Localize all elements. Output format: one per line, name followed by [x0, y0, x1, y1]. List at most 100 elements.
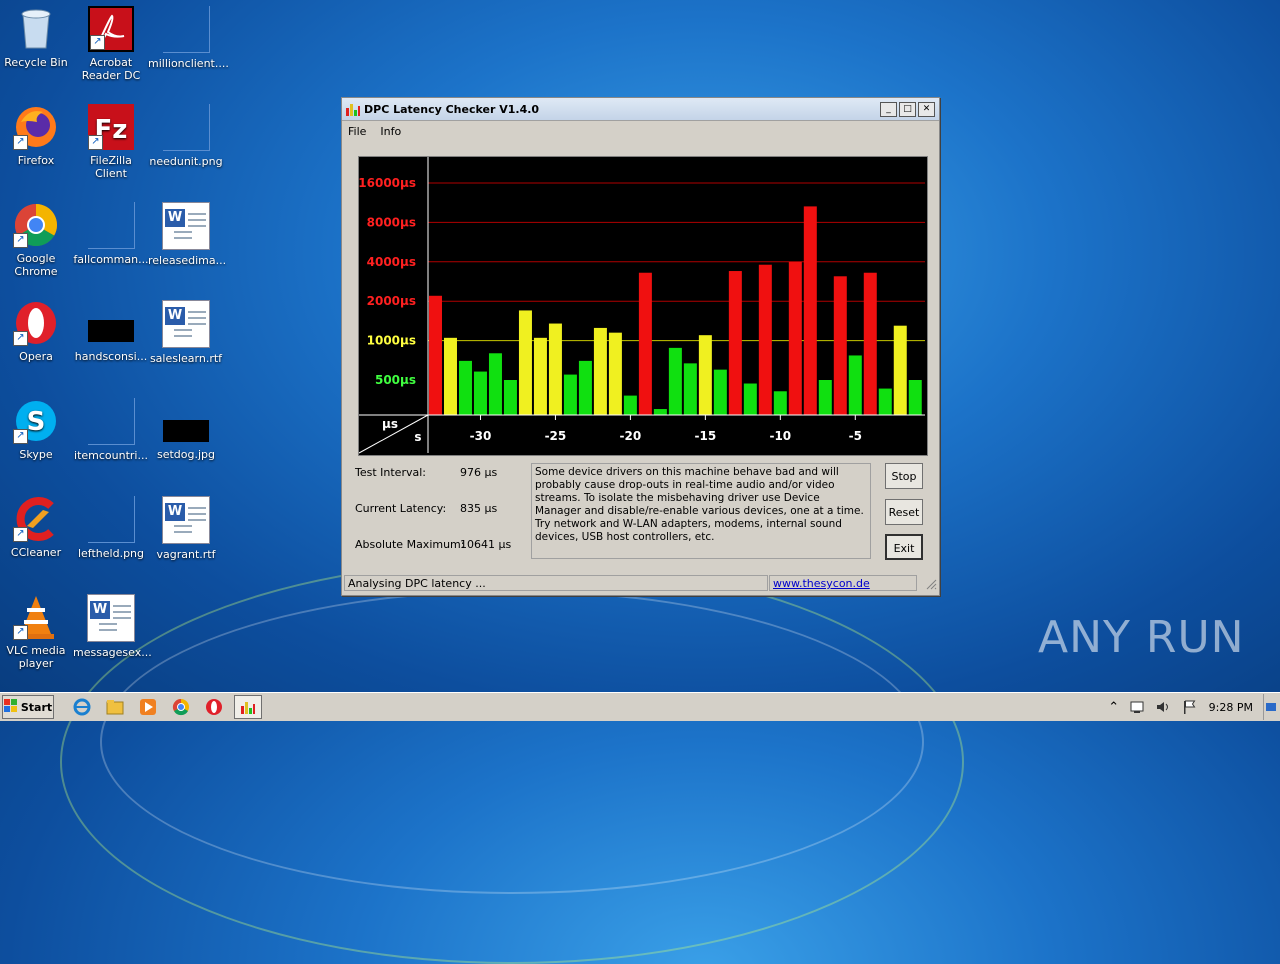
window-title: DPC Latency Checker V1.4.0	[364, 102, 540, 116]
latency-bar	[653, 409, 667, 415]
filezilla-shortcut[interactable]: Fz ↗ FileZilla Client	[73, 104, 149, 180]
icon-label: Recycle Bin	[4, 56, 68, 69]
wallpaper-swoosh	[100, 590, 924, 894]
latency-bar	[788, 261, 802, 415]
opera-taskbar-icon[interactable]	[204, 697, 224, 717]
ie-taskbar-icon[interactable]	[72, 697, 92, 717]
resize-grip-icon[interactable]	[925, 578, 937, 590]
latency-bar	[758, 264, 772, 415]
latency-bar	[638, 272, 652, 415]
icon-label: releasedima...	[148, 254, 227, 267]
latency-bar	[803, 206, 817, 415]
file-thumbnail-icon	[87, 398, 135, 445]
latency-bar	[503, 380, 517, 415]
latency-bar	[443, 337, 457, 415]
x-tick-label: -20	[620, 429, 642, 443]
word-document-icon: W	[162, 496, 210, 544]
icon-label: VLC media player	[6, 644, 66, 670]
shortcut-arrow-icon: ↗	[88, 135, 103, 150]
latency-bar	[548, 323, 562, 415]
icon-label: leftheld.png	[77, 547, 145, 560]
file-thumbnail-icon	[162, 6, 210, 53]
icon-label: Acrobat Reader DC	[81, 56, 141, 82]
action-center-icon[interactable]	[1127, 697, 1147, 717]
y-unit-label: µs	[382, 417, 398, 431]
explorer-taskbar-icon[interactable]	[105, 697, 125, 717]
leftheld-file[interactable]: leftheld.png	[73, 496, 149, 560]
icon-label: itemcountri...	[74, 449, 148, 462]
latency-bar	[429, 295, 442, 415]
latency-chart: 16000µs 8000µs 4000µs 2000µs 1000µs 500µs µs s -…	[358, 156, 928, 456]
clock[interactable]: 9:28 PM	[1209, 701, 1253, 714]
info-panel: Test Interval: 976 µs Current Latency: 8…	[342, 463, 939, 573]
millionclient-file[interactable]: millionclient....	[148, 6, 229, 70]
setdog-file[interactable]: setdog.jpg	[148, 398, 224, 461]
icon-label: fallcomman...	[73, 253, 149, 266]
acrobat-shortcut[interactable]: ↗ Acrobat Reader DC	[73, 6, 149, 82]
latency-bar	[893, 325, 907, 415]
minimize-button[interactable]: _	[880, 101, 897, 117]
latency-bar	[698, 335, 712, 415]
icon-label: setdog.jpg	[156, 448, 216, 461]
opera-shortcut[interactable]: ↗ Opera	[0, 300, 74, 363]
needunit-file[interactable]: needunit.png	[148, 104, 224, 168]
ccleaner-icon: ↗	[13, 496, 59, 542]
skype-shortcut[interactable]: S ↗ Skype	[0, 398, 74, 461]
x-tick-label: -30	[470, 429, 492, 443]
saleslearn-file[interactable]: W saleslearn.rtf	[148, 300, 224, 365]
dpc-checker-taskbar-button[interactable]	[234, 695, 262, 719]
y-tick-label: 4000µs	[367, 255, 416, 269]
firefox-shortcut[interactable]: ↗ Firefox	[0, 104, 74, 167]
icon-label: millionclient....	[148, 57, 229, 70]
word-document-icon: W	[87, 594, 135, 642]
word-document-icon: W	[162, 202, 210, 250]
filezilla-icon: Fz ↗	[88, 104, 134, 150]
shortcut-arrow-icon: ↗	[13, 135, 28, 150]
y-tick-label: 1000µs	[367, 334, 416, 348]
exit-button[interactable]: Exit	[885, 534, 923, 560]
close-button[interactable]: ✕	[918, 101, 935, 117]
latency-bar	[563, 374, 577, 415]
opera-icon: ↗	[13, 300, 59, 346]
stop-button[interactable]: Stop	[885, 463, 923, 489]
volume-icon[interactable]	[1153, 697, 1173, 717]
vagrant-file[interactable]: W vagrant.rtf	[148, 496, 224, 561]
file-thumbnail-icon	[87, 496, 135, 543]
file-thumbnail-icon	[163, 398, 209, 444]
show-desktop-button[interactable]	[1263, 694, 1278, 720]
x-tick-label: -5	[849, 429, 862, 443]
chrome-shortcut[interactable]: ↗ Google Chrome	[0, 202, 74, 278]
fallcomman-file[interactable]: fallcomman...	[73, 202, 149, 266]
title-bar[interactable]: DPC Latency Checker V1.4.0 _ □ ✕	[342, 98, 939, 121]
reset-button[interactable]: Reset	[885, 499, 923, 525]
chrome-icon: ↗	[13, 202, 59, 248]
y-tick-label: 8000µs	[367, 215, 416, 229]
x-tick-label: -25	[545, 429, 567, 443]
menu-info[interactable]: Info	[380, 125, 401, 138]
latency-bar	[593, 327, 607, 415]
network-flag-icon[interactable]	[1179, 697, 1199, 717]
itemcountri-file[interactable]: itemcountri...	[73, 398, 149, 462]
start-button[interactable]: Start	[2, 695, 54, 719]
maximize-button[interactable]: □	[899, 101, 916, 117]
driver-warning-message: Some device drivers on this machine beha…	[531, 463, 871, 559]
y-tick-label: 2000µs	[367, 294, 416, 308]
handsconsi-file[interactable]: handsconsi...	[73, 300, 149, 363]
media-player-taskbar-icon[interactable]	[138, 697, 158, 717]
show-hidden-icons-button[interactable]: ⌃	[1107, 697, 1121, 717]
latency-bar	[908, 380, 922, 415]
windows-flag-icon	[3, 698, 18, 716]
releasedima-file[interactable]: W releasedima...	[148, 202, 227, 267]
ccleaner-shortcut[interactable]: ↗ CCleaner	[0, 496, 74, 559]
vlc-shortcut[interactable]: ↗ VLC media player	[0, 594, 74, 670]
messagesex-file[interactable]: W messagesex...	[73, 594, 152, 659]
latency-bar	[878, 388, 892, 415]
recycle-bin-shortcut[interactable]: Recycle Bin	[0, 6, 74, 69]
file-thumbnail-icon	[87, 202, 135, 249]
website-link[interactable]: www.thesycon.de	[773, 577, 870, 590]
current-latency-label: Current Latency:	[355, 502, 447, 515]
menu-file[interactable]: File	[348, 125, 366, 138]
chrome-taskbar-icon[interactable]	[171, 697, 191, 717]
svg-text:S: S	[27, 407, 46, 437]
website-link-box: www.thesycon.de	[769, 575, 917, 591]
